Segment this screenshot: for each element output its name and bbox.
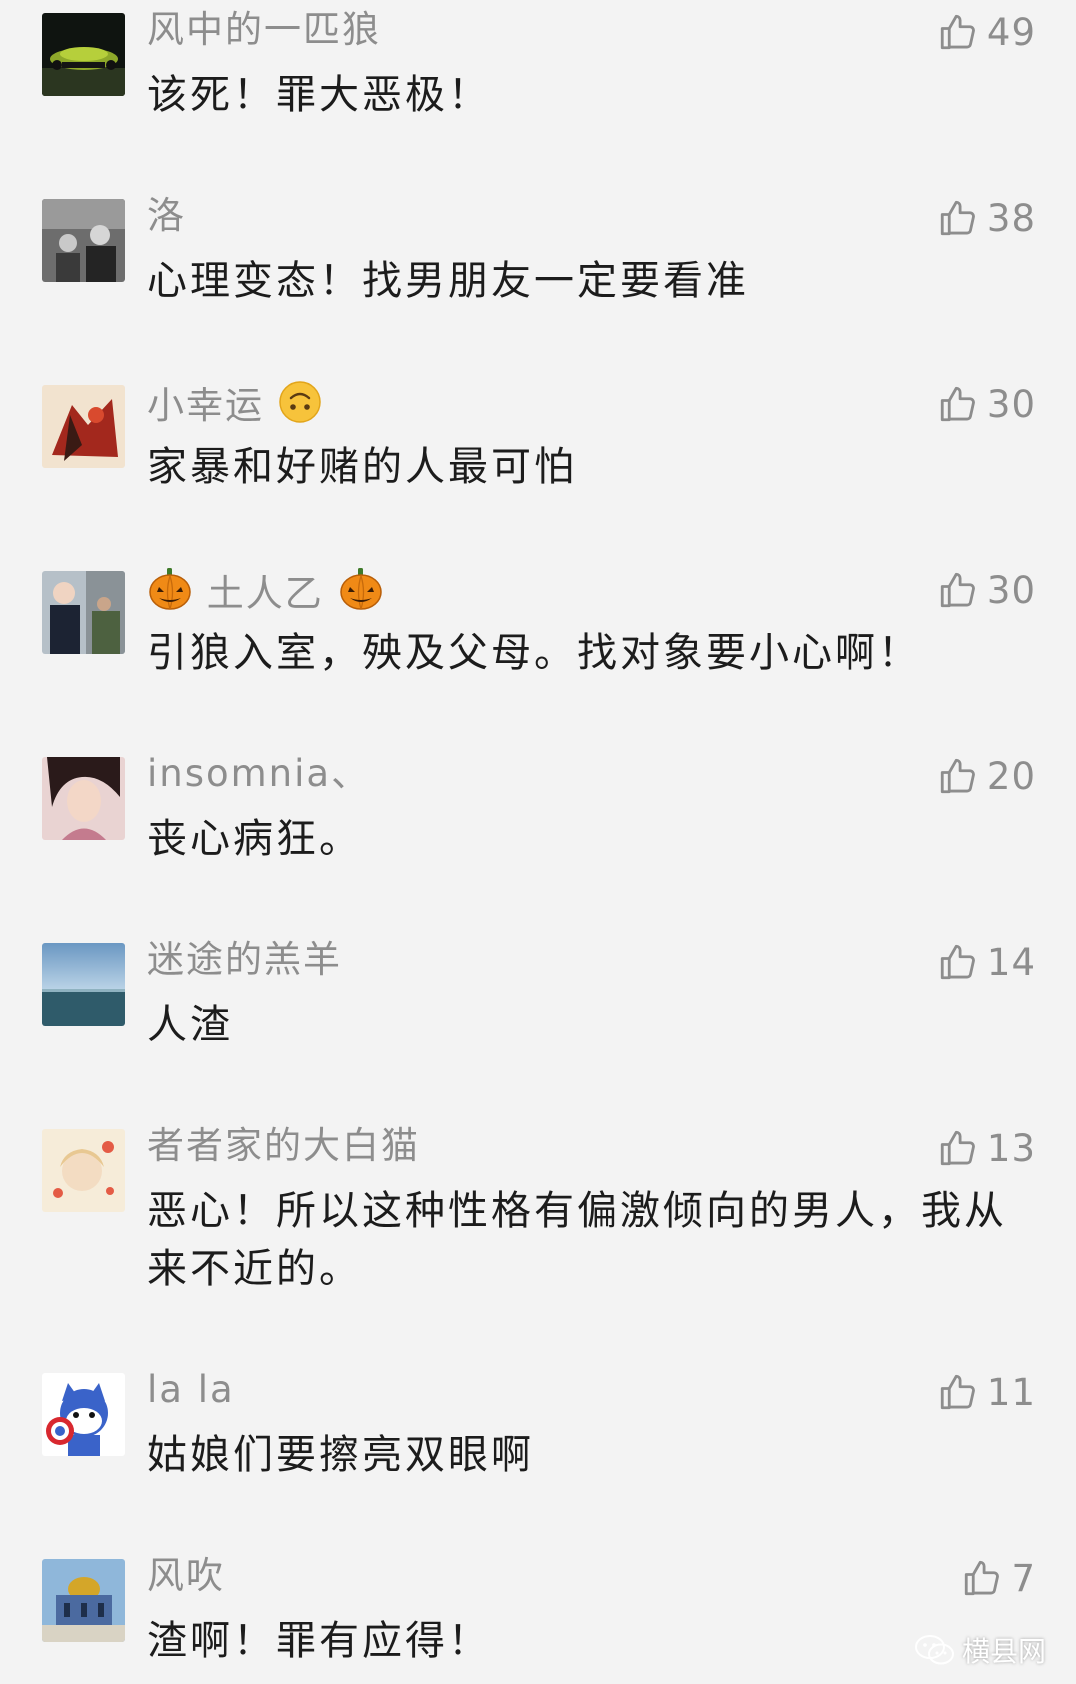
- avatar[interactable]: [42, 1559, 125, 1642]
- like-button[interactable]: 7: [961, 1554, 1036, 1602]
- thumbs-up-icon: [940, 1374, 975, 1410]
- avatar[interactable]: [42, 385, 125, 468]
- comment-item: 洛 38 心理变态！找男朋友一定要看准: [0, 186, 1076, 346]
- like-count: 13: [986, 1126, 1036, 1170]
- avatar[interactable]: [42, 1373, 125, 1456]
- comment-item: 迷途的羔羊 14 人渣: [0, 930, 1076, 1090]
- like-count: 7: [1011, 1556, 1036, 1600]
- avatar[interactable]: [42, 571, 125, 654]
- comment-item: 风中的一匹狼 49 该死！罪大恶极！: [0, 0, 1076, 160]
- watermark: 横县网: [914, 1630, 1046, 1670]
- commenter-name[interactable]: 风中的一匹狼: [147, 8, 381, 52]
- like-button[interactable]: 20: [937, 752, 1036, 800]
- commenter-name[interactable]: 洛: [147, 194, 186, 238]
- thumbs-up-icon: [940, 200, 975, 236]
- commenter-name[interactable]: 迷途的羔羊: [147, 938, 342, 982]
- commenter-name[interactable]: 风吹: [147, 1554, 225, 1598]
- commenter-name[interactable]: 小幸运: [147, 380, 322, 428]
- commenter-name[interactable]: insomnia、: [147, 752, 370, 796]
- comment-text: 引狼入室，殃及父母。找对象要小心啊！: [147, 630, 921, 676]
- thumbs-up-icon: [940, 572, 975, 608]
- like-button[interactable]: 30: [937, 566, 1036, 614]
- commenter-name-text: 土人乙: [206, 572, 324, 615]
- avatar[interactable]: [42, 13, 125, 96]
- commenter-name[interactable]: 土人乙: [147, 566, 384, 616]
- comment-text: 人渣: [147, 1002, 233, 1048]
- comment-text: 恶心！所以这种性格有偏激倾向的男人，我从来不近的。: [147, 1188, 1007, 1292]
- comment-text: 心理变态！找男朋友一定要看准: [147, 258, 749, 304]
- thumbs-up-icon: [940, 386, 975, 422]
- comment-item: 土人乙 30 引狼入室，殃及父母。找对象要小心啊！: [0, 558, 1076, 718]
- thumbs-up-icon: [965, 1560, 1000, 1596]
- comment-item: 者者家的大白猫 13 恶心！所以这种性格有偏激倾向的男人，我从来不近的。: [0, 1116, 1076, 1316]
- avatar[interactable]: [42, 757, 125, 840]
- like-count: 49: [986, 10, 1036, 54]
- like-button[interactable]: 13: [937, 1124, 1036, 1172]
- wechat-icon: [914, 1635, 954, 1665]
- avatar[interactable]: [42, 1129, 125, 1212]
- commenter-name-text: 小幸运: [147, 384, 264, 427]
- like-count: 30: [986, 568, 1036, 612]
- like-count: 11: [986, 1370, 1036, 1414]
- comment-item: insomnia、 20 丧心病狂。: [0, 744, 1076, 904]
- comment-list: 风中的一匹狼 49 该死！罪大恶极！ 洛 38 心理变态！找男朋友一定要看准 小…: [0, 0, 1076, 1684]
- comment-text: 丧心病狂。: [147, 816, 362, 862]
- comment-text: 渣啊！罪有应得！: [147, 1618, 491, 1664]
- like-button[interactable]: 49: [937, 8, 1036, 56]
- commenter-name[interactable]: 者者家的大白猫: [147, 1124, 420, 1168]
- like-button[interactable]: 38: [937, 194, 1036, 242]
- like-button[interactable]: 14: [937, 938, 1036, 986]
- comment-item: la la 11 姑娘们要擦亮双眼啊: [0, 1360, 1076, 1520]
- upside-down-face-icon: [279, 381, 321, 423]
- thumbs-up-icon: [940, 14, 975, 50]
- avatar[interactable]: [42, 199, 125, 282]
- like-count: 38: [986, 196, 1036, 240]
- like-count: 20: [986, 754, 1036, 798]
- thumbs-up-icon: [940, 758, 975, 794]
- thumbs-up-icon: [940, 1130, 975, 1166]
- like-count: 14: [986, 940, 1036, 984]
- like-button[interactable]: 30: [937, 380, 1036, 428]
- comment-text: 家暴和好赌的人最可怕: [147, 444, 577, 490]
- watermark-label: 横县网: [961, 1635, 1046, 1668]
- pumpkin-icon: [149, 568, 191, 610]
- like-count: 30: [986, 382, 1036, 426]
- thumbs-up-icon: [940, 944, 975, 980]
- comment-text: 姑娘们要擦亮双眼啊: [147, 1432, 534, 1478]
- comment-text: 该死！罪大恶极！: [147, 72, 491, 118]
- avatar[interactable]: [42, 943, 125, 1026]
- commenter-name[interactable]: la la: [147, 1368, 235, 1412]
- pumpkin-icon: [339, 568, 382, 610]
- like-button[interactable]: 11: [937, 1368, 1036, 1416]
- comment-item: 小幸运 30 家暴和好赌的人最可怕: [0, 372, 1076, 532]
